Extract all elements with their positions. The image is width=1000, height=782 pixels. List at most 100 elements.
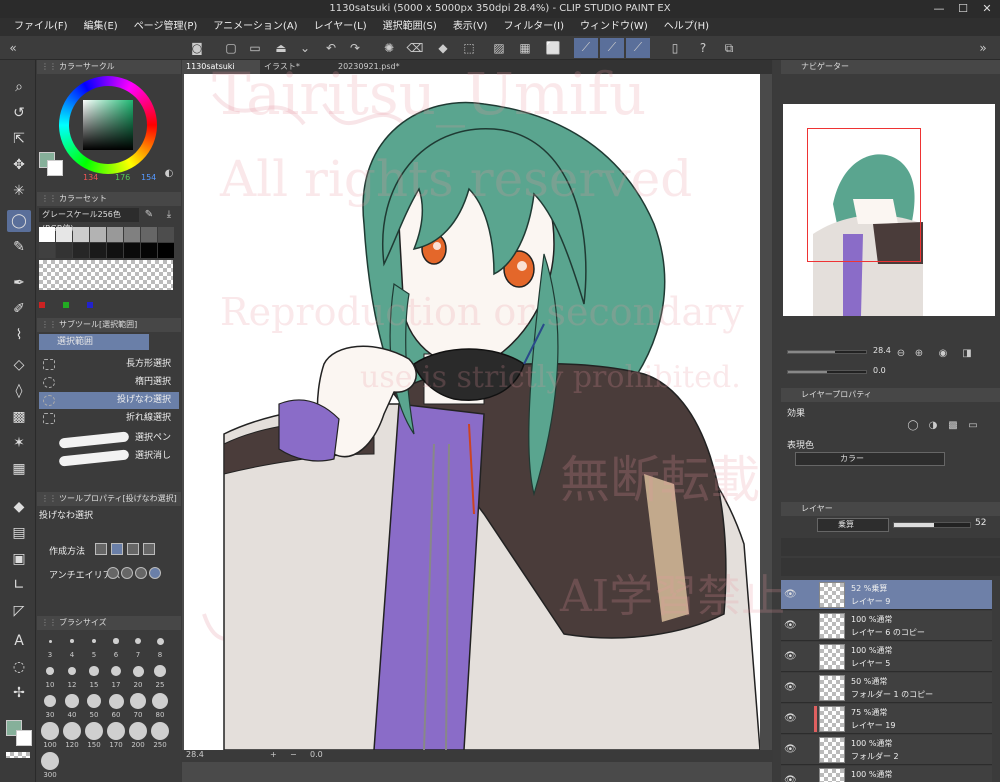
help-icon[interactable]: ? bbox=[694, 39, 712, 57]
collapse-right-icon[interactable]: » bbox=[974, 39, 992, 57]
clear-icon[interactable]: ⌫ bbox=[406, 39, 424, 57]
loading-icon[interactable]: ✺ bbox=[380, 39, 398, 57]
sub-tool-group-tab[interactable]: 選択範囲 bbox=[39, 334, 149, 350]
swatch[interactable] bbox=[56, 243, 72, 258]
balloon-tool-icon[interactable]: ◌ bbox=[7, 656, 31, 678]
nav-zoom-slider[interactable] bbox=[787, 350, 867, 354]
brush-size-dot[interactable] bbox=[89, 666, 99, 676]
wrench-icon[interactable]: ✎ bbox=[143, 209, 155, 221]
invert-selection-icon[interactable]: ▦ bbox=[516, 39, 534, 57]
share-icon[interactable]: ⧉ bbox=[720, 39, 738, 57]
effect-extract-icon[interactable]: ▩ bbox=[947, 420, 959, 432]
zoom-tool-icon[interactable]: ⌕ bbox=[7, 76, 31, 98]
swatch[interactable] bbox=[56, 227, 72, 242]
pencil-tool-icon[interactable]: ✐ bbox=[7, 298, 31, 320]
brush-size-dot[interactable] bbox=[129, 722, 147, 740]
tab-1130satsuki[interactable]: 1130satsuki bbox=[182, 60, 260, 74]
transform-icon[interactable]: ⬚ bbox=[460, 39, 478, 57]
lasso-selection-tool-icon[interactable]: ◯ bbox=[7, 210, 31, 232]
pen-tool-icon[interactable]: ✒ bbox=[7, 272, 31, 294]
navigator-preview[interactable] bbox=[783, 104, 995, 316]
antialias-weak-icon[interactable] bbox=[121, 567, 133, 579]
color-mode-icon[interactable]: ◐ bbox=[163, 168, 175, 180]
correct-line-tool-icon[interactable]: ✢ bbox=[7, 682, 31, 704]
brush-size-dot[interactable] bbox=[41, 722, 59, 740]
move-layer-tool-icon[interactable]: ✥ bbox=[7, 154, 31, 176]
eye-icon[interactable]: 👁 bbox=[784, 651, 797, 662]
swatch[interactable] bbox=[90, 227, 106, 242]
show-selection-icon[interactable]: ⬜ bbox=[544, 39, 562, 57]
menu-selection[interactable]: 選択範囲(S) bbox=[375, 18, 445, 36]
menu-page[interactable]: ページ管理(P) bbox=[126, 18, 206, 36]
brush-size-dot[interactable] bbox=[107, 722, 125, 740]
brush-size-dot[interactable] bbox=[43, 694, 57, 708]
subtract-selection-icon[interactable] bbox=[127, 543, 139, 555]
decoration-tool-icon[interactable]: ✶ bbox=[7, 432, 31, 454]
figure-tool-icon[interactable]: ▣ bbox=[7, 548, 31, 570]
zoom-in-icon[interactable]: + bbox=[270, 750, 277, 759]
effect-color-icon[interactable]: ▭ bbox=[967, 420, 979, 432]
menu-window[interactable]: ウィンドウ(W) bbox=[572, 18, 656, 36]
brush-size-dot[interactable] bbox=[48, 639, 52, 643]
sub-tool-lasso[interactable]: 投げなわ選択 bbox=[39, 392, 179, 409]
brush-size-dot[interactable] bbox=[130, 693, 146, 709]
fill-tool-icon[interactable]: ◆ bbox=[7, 496, 31, 518]
menu-view[interactable]: 表示(V) bbox=[445, 18, 496, 36]
sub-tool-polyline[interactable]: 折れ線選択 bbox=[39, 410, 179, 427]
brush-size-dot[interactable] bbox=[41, 752, 59, 770]
cc-sub-color[interactable] bbox=[47, 160, 63, 176]
menu-animation[interactable]: アニメーション(A) bbox=[205, 18, 305, 36]
swatch[interactable] bbox=[107, 243, 123, 258]
ruler-tool-icon[interactable]: ∟ bbox=[7, 574, 31, 596]
tab-psd[interactable]: 20230921.psd* bbox=[334, 60, 414, 74]
nav-flip-icon[interactable]: ◨ bbox=[961, 348, 973, 360]
close-button[interactable]: ✕ bbox=[976, 0, 998, 18]
maximize-button[interactable]: ☐ bbox=[952, 0, 974, 18]
layer-row[interactable]: 👁 75 %通常 レイヤー 19 bbox=[781, 704, 992, 734]
expression-color-dropdown[interactable]: カラー bbox=[795, 452, 945, 466]
sub-tool-selection-pen[interactable]: 選択ペン bbox=[39, 430, 179, 450]
effect-border-icon[interactable]: ◯ bbox=[907, 420, 919, 432]
object-tool-icon[interactable]: ⇱ bbox=[7, 128, 31, 150]
brush-size-dot[interactable] bbox=[154, 665, 166, 677]
intersect-selection-icon[interactable] bbox=[143, 543, 155, 555]
clip-studio-icon[interactable]: ◙ bbox=[188, 39, 206, 57]
deselect-icon[interactable]: ▨ bbox=[490, 39, 508, 57]
brush-size-dot[interactable] bbox=[70, 639, 74, 643]
eye-icon[interactable]: 👁 bbox=[784, 589, 797, 600]
sub-tool-ellipse[interactable]: 楕円選択 bbox=[39, 374, 179, 391]
eyedropper-tool-icon[interactable]: ✎ bbox=[7, 236, 31, 258]
eye-icon[interactable]: 👁 bbox=[784, 744, 797, 755]
brush-size-dot[interactable] bbox=[46, 667, 54, 675]
operation-tool-icon[interactable]: ↺ bbox=[7, 102, 31, 124]
layer-row[interactable]: 👁 100 %通常 フォルダー 2 bbox=[781, 735, 992, 765]
menu-edit[interactable]: 編集(E) bbox=[76, 18, 126, 36]
snap-ruler-icon[interactable]: ⟋ bbox=[574, 38, 598, 58]
layer-row[interactable]: 👁 100 %通常 レイヤー 5 bbox=[781, 642, 992, 672]
nav-angle-slider[interactable] bbox=[787, 370, 867, 374]
nav-zoom-in-icon[interactable]: ⊕ bbox=[913, 348, 925, 360]
layer-row[interactable]: 👁 52 %乗算 レイヤー 9 bbox=[781, 580, 992, 610]
menu-file[interactable]: ファイル(F) bbox=[6, 18, 76, 36]
brush-size-dot[interactable] bbox=[108, 693, 124, 709]
collapse-left-icon[interactable]: « bbox=[4, 39, 22, 57]
brush-size-dot[interactable] bbox=[91, 638, 97, 644]
eye-icon[interactable]: 👁 bbox=[784, 620, 797, 631]
text-tool-icon[interactable]: A bbox=[7, 630, 31, 652]
swatch[interactable] bbox=[124, 243, 140, 258]
undo-icon[interactable]: ↶ bbox=[322, 39, 340, 57]
transparent-color-swatch[interactable] bbox=[6, 752, 30, 758]
sub-tool-rectangle[interactable]: 長方形選択 bbox=[39, 356, 179, 373]
brush-size-dot[interactable] bbox=[65, 694, 79, 708]
import-icon[interactable]: ⤓ bbox=[163, 209, 175, 221]
airbrush-tool-icon[interactable]: ▩ bbox=[7, 406, 31, 428]
add-selection-icon[interactable] bbox=[111, 543, 123, 555]
nav-fit-icon[interactable]: ◉ bbox=[937, 348, 949, 360]
new-file-icon[interactable]: ▢ bbox=[222, 39, 240, 57]
swatch[interactable] bbox=[107, 227, 123, 242]
redo-icon[interactable]: ↷ bbox=[346, 39, 364, 57]
eye-icon[interactable]: 👁 bbox=[784, 713, 797, 724]
menu-help[interactable]: ヘルプ(H) bbox=[656, 18, 717, 36]
brush-size-dot[interactable] bbox=[86, 693, 102, 709]
effect-tone-icon[interactable]: ◑ bbox=[927, 420, 939, 432]
